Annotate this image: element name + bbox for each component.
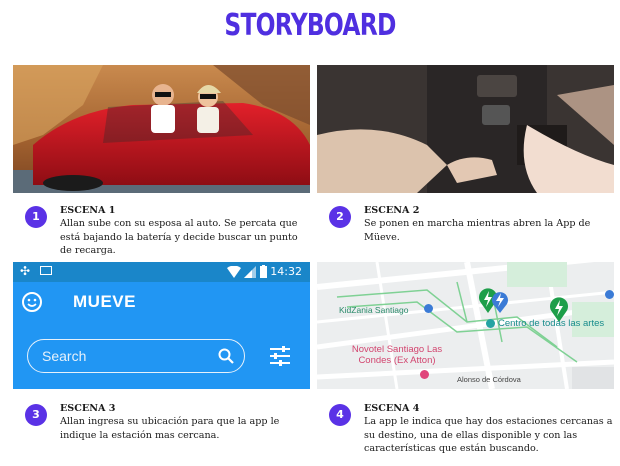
scene-3-app-screen: ✣ 14:32 MUEVE Search (13, 262, 310, 389)
filter-sliders-icon[interactable] (269, 346, 291, 366)
scene-description: Allan ingresa su ubicación para que la a… (60, 416, 280, 441)
scene-heading: ESCENA 1 (60, 205, 116, 216)
scene-number-badge: 3 (25, 404, 47, 426)
status-bar: ✣ 14:32 (13, 262, 310, 282)
scene-3-caption: 3 ESCENA 3 Allan ingresa su ubicación pa… (25, 402, 310, 442)
app-status-icon: ✣ (20, 264, 31, 278)
scene-2-image (317, 65, 614, 193)
scene-heading: ESCENA 3 (60, 403, 116, 414)
scene-heading: ESCENA 2 (364, 205, 420, 216)
map-pin-icon (486, 319, 495, 328)
smiley-icon[interactable] (21, 291, 43, 313)
scene-number-badge: 2 (329, 206, 351, 228)
page-title: STORYBOARD (224, 8, 396, 43)
scene-description: Se ponen en marcha mientras abren la App… (364, 218, 591, 243)
map-label-kidzania: KidZania Santiago (339, 305, 409, 315)
scene-description: La app le indica que hay dos estaciones … (364, 416, 613, 454)
scene-heading: ESCENA 4 (364, 403, 420, 414)
scene-1-caption: 1 ESCENA 1 Allan sube con su esposa al a… (25, 204, 310, 257)
search-placeholder: Search (42, 348, 87, 364)
scene-1-image (13, 65, 310, 193)
status-time: 14:32 (270, 265, 302, 278)
screen-status-icon (40, 266, 52, 275)
scene-4-map: KidZania Santiago Centro de todas las ar… (317, 262, 614, 389)
map-pin-icon (420, 370, 429, 379)
map-label-centro-artes: Centro de todas las artes (498, 318, 605, 329)
map-label-street: Alonso de Córdova (457, 375, 521, 384)
wifi-icon (227, 266, 241, 278)
scene-2-caption: 2 ESCENA 2 Se ponen en marcha mientras a… (329, 204, 614, 244)
app-title: MUEVE (73, 292, 136, 311)
scene-number-badge: 4 (329, 404, 351, 426)
scene-number-badge: 1 (25, 206, 47, 228)
map-pin-icon (424, 304, 433, 313)
map-label-novotel: Novotel Santiago Las Condes (Ex Atton) (351, 344, 443, 366)
scene-4-caption: 4 ESCENA 4 La app le indica que hay dos … (329, 402, 614, 455)
search-input[interactable]: Search (27, 339, 245, 373)
scene-description: Allan sube con su esposa al auto. Se per… (60, 218, 298, 256)
search-icon[interactable] (218, 348, 234, 364)
battery-icon (260, 265, 267, 278)
signal-icon (244, 266, 256, 278)
charger-pin-selected-icon[interactable] (491, 289, 509, 313)
app-bar: MUEVE Search (13, 282, 310, 389)
map-marker-icon (605, 290, 614, 299)
